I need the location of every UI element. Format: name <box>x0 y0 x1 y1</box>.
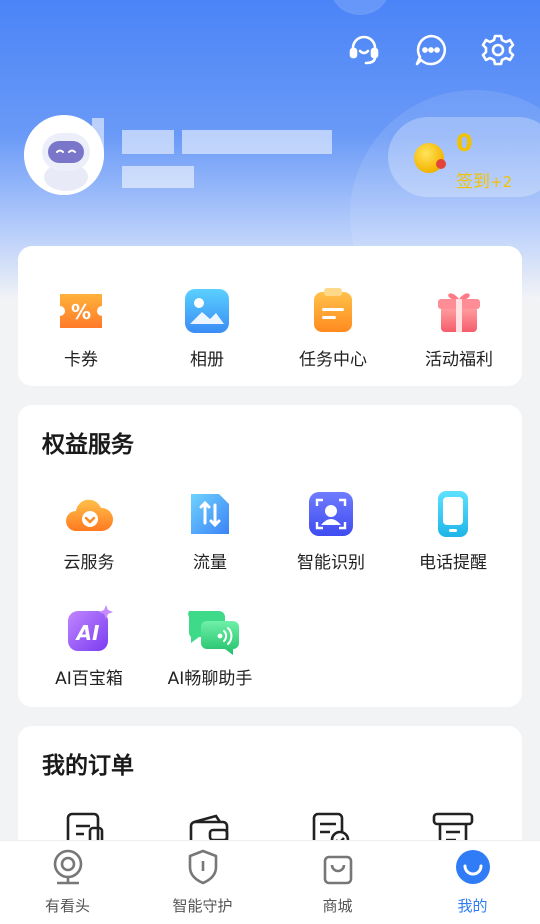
benefit-item-label: 智能识别 <box>297 553 365 573</box>
tab-camera[interactable]: 有看头 <box>0 849 135 916</box>
benefit-item-label: 电话提醒 <box>419 553 487 573</box>
shield-icon <box>185 849 221 885</box>
benefit-item-phone-reminder[interactable]: 电话提醒 <box>390 489 516 573</box>
svg-text:%: % <box>71 300 91 324</box>
benefit-item-recognition[interactable]: 智能识别 <box>268 489 394 573</box>
face-recognition-icon <box>306 489 356 539</box>
quick-item-coupon[interactable]: % 卡券 <box>18 286 144 370</box>
tab-mine[interactable]: 我的 <box>405 849 540 916</box>
task-center-icon <box>308 286 358 336</box>
benefit-item-traffic[interactable]: 流量 <box>147 489 273 573</box>
headset-icon[interactable] <box>346 32 382 68</box>
benefit-item-label: 云服务 <box>63 553 115 573</box>
sign-in-bonus: +2 <box>490 173 513 191</box>
sign-in-card[interactable]: 0 签到+2 <box>388 117 540 197</box>
sign-in-label[interactable]: 签到+2 <box>456 167 512 192</box>
header-decoration <box>330 0 390 15</box>
tab-smart-guard[interactable]: 智能守护 <box>135 849 270 916</box>
tab-label: 智能守护 <box>172 897 233 915</box>
quick-item-label: 卡券 <box>64 350 98 370</box>
quick-item-album[interactable]: 相册 <box>144 286 270 370</box>
benefits-card: 权益服务 云服务 流量 智能识别 电话提醒 AI AI百宝箱 AI畅聊助手 <box>18 405 522 707</box>
coupon-icon: % <box>56 286 106 336</box>
quick-item-label: 任务中心 <box>299 350 367 370</box>
ai-toolbox-icon: AI <box>64 605 114 655</box>
camera-icon <box>50 849 86 885</box>
quick-actions-card: % 卡券 相册 任务中心 活动福利 <box>18 246 522 386</box>
benefit-item-cloud[interactable]: 云服务 <box>26 489 152 573</box>
user-name-redacted <box>92 118 337 158</box>
tab-label: 我的 <box>457 897 488 915</box>
quick-item-label: 活动福利 <box>425 350 493 370</box>
benefit-item-ai-toolbox[interactable]: AI AI百宝箱 <box>26 605 152 689</box>
tab-label: 商城 <box>322 897 353 915</box>
quick-item-task-center[interactable]: 任务中心 <box>270 286 396 370</box>
coin-count: 0 <box>456 129 473 157</box>
tab-mall[interactable]: 商城 <box>270 849 405 916</box>
header-toolbar <box>346 32 516 68</box>
message-icon[interactable] <box>413 32 449 68</box>
benefit-item-label: AI畅聊助手 <box>167 669 253 689</box>
quick-item-gift[interactable]: 活动福利 <box>396 286 522 370</box>
benefits-title: 权益服务 <box>42 432 134 458</box>
profile-icon <box>455 849 491 885</box>
tab-label: 有看头 <box>44 897 90 915</box>
benefit-item-label: 流量 <box>193 553 227 573</box>
svg-text:AI: AI <box>75 621 100 645</box>
album-icon <box>182 286 232 336</box>
benefit-item-label: AI百宝箱 <box>55 669 123 689</box>
user-subtitle-redacted <box>122 166 194 188</box>
cloud-service-icon <box>64 489 114 539</box>
ai-chat-assistant-icon <box>185 605 239 655</box>
settings-icon[interactable] <box>480 32 516 68</box>
phone-reminder-icon <box>428 489 478 539</box>
data-traffic-icon <box>185 489 235 539</box>
orders-title: 我的订单 <box>42 753 134 779</box>
coin-icon <box>414 143 446 173</box>
quick-item-label: 相册 <box>190 350 224 370</box>
bottom-tab-bar: 有看头 智能守护 商城 我的 <box>0 840 540 924</box>
shopping-bag-icon <box>320 849 356 885</box>
gift-icon <box>434 286 484 336</box>
benefit-item-ai-chat[interactable]: AI畅聊助手 <box>147 605 273 689</box>
